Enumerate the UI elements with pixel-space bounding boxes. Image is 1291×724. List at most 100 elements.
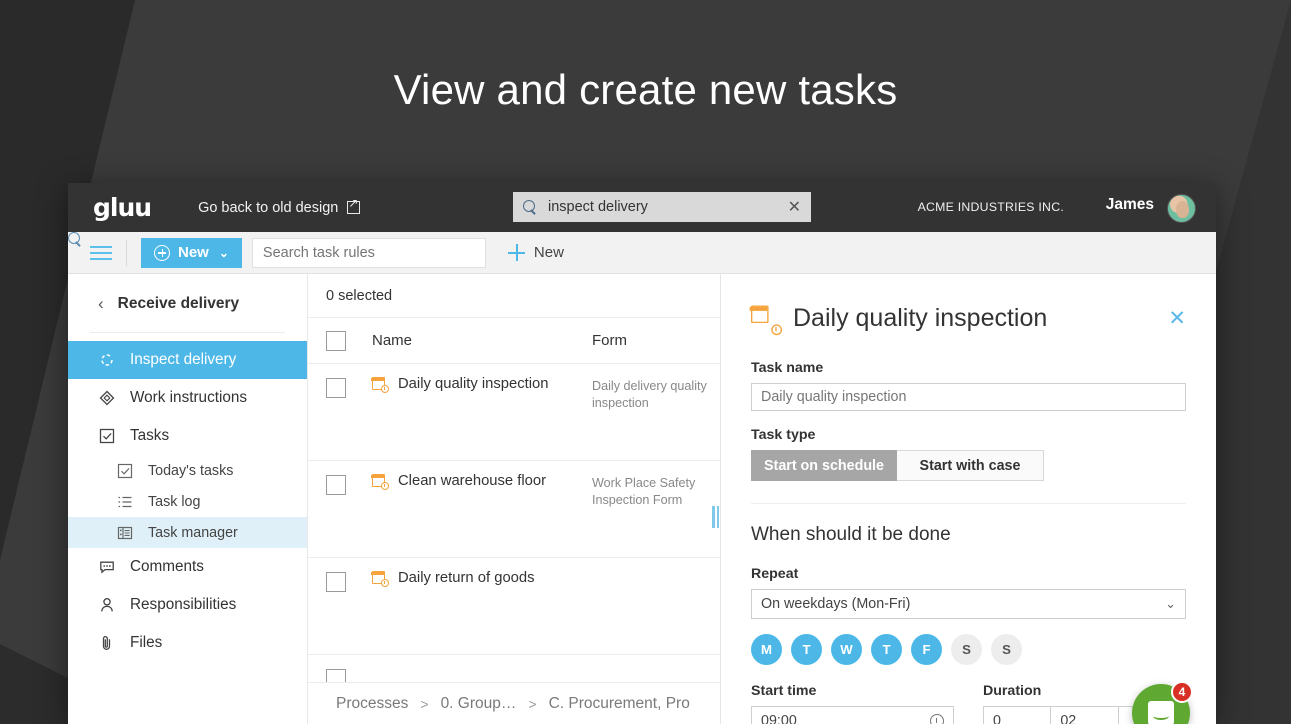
select-all-checkbox[interactable] — [326, 331, 346, 351]
global-search-box[interactable]: ✕ — [513, 192, 811, 222]
sidebar-item-work-instructions[interactable]: Work instructions — [68, 379, 307, 417]
start-time-label: Start time — [751, 683, 954, 699]
sidebar-divider — [90, 332, 285, 333]
task-type-toggle: Start on schedule Start with case — [751, 450, 1044, 481]
task-type-option-start-on-schedule[interactable]: Start on schedule — [751, 450, 897, 481]
breadcrumb-item[interactable]: 0. Group… — [441, 695, 517, 713]
chevron-down-icon: ⌄ — [219, 246, 229, 260]
weekday-sunday[interactable]: S — [991, 634, 1022, 665]
task-rules-search-input[interactable] — [263, 245, 475, 261]
repeat-selected-value: On weekdays (Mon-Fri) — [761, 596, 910, 612]
external-link-icon — [347, 201, 360, 214]
chat-bubble-icon — [1148, 701, 1174, 724]
checkbox-icon — [116, 462, 134, 480]
cell-task-name: Daily quality inspection — [372, 376, 592, 392]
repeat-select[interactable]: On weekdays (Mon-Fri) ⌄ — [751, 589, 1186, 619]
new-task-rule-link[interactable]: New — [508, 244, 564, 261]
sidebar-item-tasks[interactable]: Tasks — [68, 417, 307, 455]
duration-days-input[interactable]: 0 — [983, 706, 1050, 724]
panel-divider — [751, 503, 1186, 504]
hero-title: View and create new tasks — [0, 66, 1291, 114]
refresh-icon — [98, 351, 116, 369]
plus-icon — [508, 244, 525, 261]
comment-icon — [98, 558, 116, 576]
list-icon — [116, 493, 134, 511]
scheduled-task-icon — [751, 304, 781, 334]
go-back-old-design-link[interactable]: Go back to old design — [198, 200, 360, 216]
chevron-left-icon: ‹ — [98, 294, 104, 314]
scheduled-task-icon — [372, 570, 388, 586]
task-name-input[interactable] — [751, 383, 1186, 411]
duration-hours-input[interactable]: 02 — [1050, 706, 1117, 724]
sidebar-item-todays-tasks[interactable]: Today's tasks — [68, 455, 307, 486]
panel-title: Daily quality inspection — [793, 304, 1154, 333]
sidebar-item-label: Responsibilities — [130, 596, 236, 614]
smile-icon — [1153, 712, 1169, 720]
column-header-form[interactable]: Form — [592, 332, 717, 349]
breadcrumb-item[interactable]: Processes — [336, 695, 408, 713]
weekday-wednesday[interactable]: W — [831, 634, 862, 665]
scheduled-task-icon — [372, 473, 388, 489]
sidebar-item-responsibilities[interactable]: Responsibilities — [68, 586, 307, 624]
start-time-field[interactable]: 09:00 — [751, 706, 954, 724]
breadcrumb-separator-icon: > — [528, 696, 536, 712]
task-name-text: Daily return of goods — [398, 570, 535, 586]
toolbar-divider — [126, 240, 127, 266]
weekday-friday[interactable]: F — [911, 634, 942, 665]
panel-resize-handle[interactable] — [712, 506, 719, 528]
row-checkbox[interactable] — [326, 475, 346, 495]
sidebar-item-label: Files — [130, 634, 162, 652]
weekday-tuesday[interactable]: T — [791, 634, 822, 665]
unread-badge: 4 — [1171, 681, 1193, 703]
weekday-monday[interactable]: M — [751, 634, 782, 665]
task-rules-search-box[interactable] — [252, 238, 486, 268]
new-button[interactable]: New ⌄ — [141, 238, 242, 268]
sidebar: ‹ Receive delivery Inspect delivery Work… — [68, 274, 308, 724]
person-icon — [98, 596, 116, 614]
weekday-thursday[interactable]: T — [871, 634, 902, 665]
repeat-label: Repeat — [751, 566, 1186, 582]
sidebar-item-label: Comments — [130, 558, 204, 576]
panel-header: Daily quality inspection ✕ — [751, 304, 1186, 333]
sidebar-item-inspect-delivery[interactable]: Inspect delivery — [68, 341, 307, 379]
task-name-label: Task name — [751, 360, 1186, 376]
time-duration-row: Start time 09:00 Duration 0 02 — [751, 683, 1186, 724]
sidebar-item-label: Work instructions — [130, 389, 247, 407]
weekday-saturday[interactable]: S — [951, 634, 982, 665]
sidebar-item-comments[interactable]: Comments — [68, 548, 307, 586]
row-checkbox[interactable] — [326, 378, 346, 398]
checkbox-icon — [98, 427, 116, 445]
organization-name: ACME INDUSTRIES INC. — [918, 200, 1064, 214]
user-name[interactable]: James — [1106, 196, 1154, 214]
gluu-logo[interactable]: gluu — [93, 193, 151, 222]
avatar[interactable] — [1167, 194, 1196, 223]
global-search-input[interactable] — [548, 199, 782, 215]
weekday-selector: M T W T F S S — [751, 634, 1186, 665]
breadcrumb-item[interactable]: C. Procurement, Pro — [549, 695, 690, 713]
task-type-label: Task type — [751, 427, 1186, 443]
sidebar-item-task-log[interactable]: Task log — [68, 486, 307, 517]
sidebar-back-button[interactable]: ‹ Receive delivery — [68, 282, 307, 326]
start-time-value: 09:00 — [761, 713, 797, 724]
task-type-option-start-with-case[interactable]: Start with case — [897, 450, 1044, 481]
sidebar-item-label: Task manager — [148, 525, 238, 541]
menu-icon[interactable] — [90, 242, 112, 264]
clock-icon[interactable] — [930, 714, 944, 724]
old-design-label: Go back to old design — [198, 200, 338, 216]
cell-form-name: Daily delivery quality inspection — [592, 378, 717, 411]
row-checkbox[interactable] — [326, 572, 346, 592]
sidebar-item-task-manager[interactable]: Task manager — [68, 517, 307, 548]
table-icon — [116, 524, 134, 542]
breadcrumb-separator-icon: > — [420, 696, 428, 712]
cell-task-name: Clean warehouse floor — [372, 473, 592, 489]
sidebar-item-label: Inspect delivery — [130, 351, 236, 369]
clear-search-icon[interactable]: ✕ — [782, 197, 801, 217]
cell-form-name: Work Place Safety Inspection Form — [592, 475, 717, 508]
close-icon[interactable]: ✕ — [1168, 308, 1186, 329]
sidebar-item-label: Task log — [148, 494, 200, 510]
task-detail-panel: Daily quality inspection ✕ Task name Tas… — [720, 274, 1216, 724]
paperclip-icon — [98, 634, 116, 652]
schedule-section-title: When should it be done — [751, 524, 1186, 546]
column-header-name[interactable]: Name — [372, 332, 592, 349]
sidebar-item-files[interactable]: Files — [68, 624, 307, 662]
